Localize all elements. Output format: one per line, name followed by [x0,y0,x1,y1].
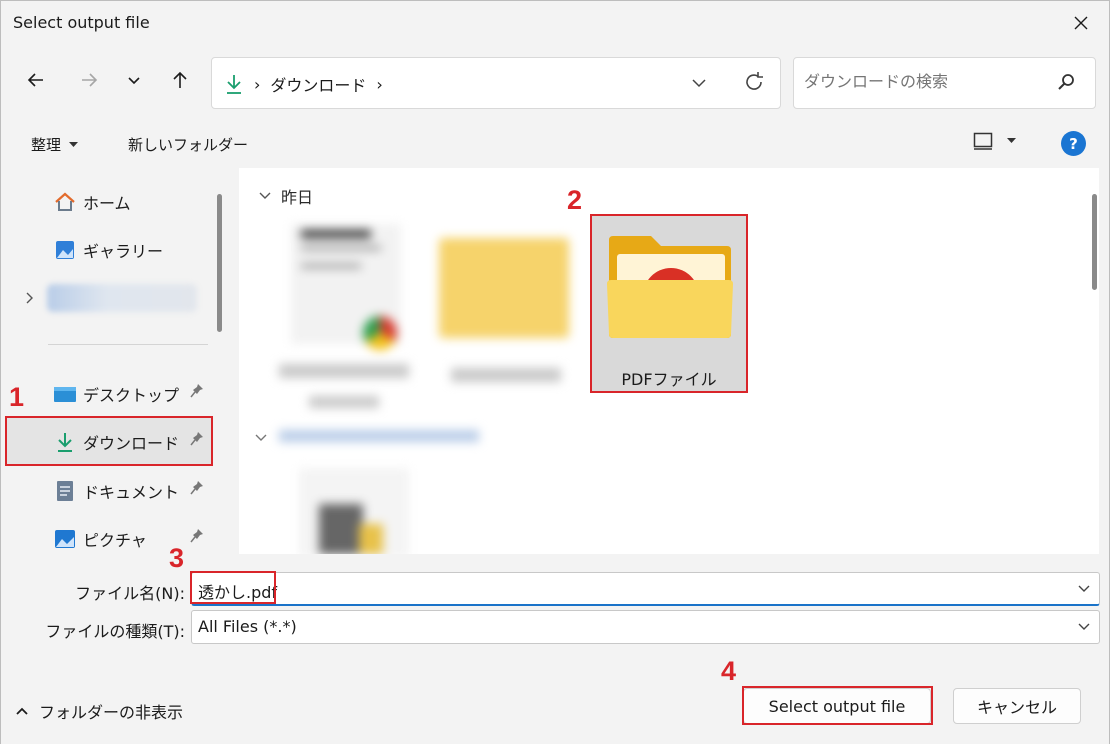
pin-icon[interactable] [190,528,204,544]
nav-label: ピクチャ [83,531,147,550]
highlight-select-button [742,686,933,725]
chevron-up-icon [16,707,28,715]
step-number-3: 3 [169,543,185,573]
close-icon [1074,16,1088,30]
up-button[interactable] [163,63,197,97]
forward-button[interactable] [72,63,106,97]
address-row: › ダウンロード › [1,45,1109,120]
desktop-icon [54,387,76,402]
chevron-down-icon [128,77,140,85]
chevron-down-icon [259,192,271,199]
highlight-downloads [5,416,213,466]
group-label: 昨日 [281,188,314,207]
nav-label: デスクトップ [83,386,180,405]
download-icon [227,75,241,94]
chevron-down-icon [1078,623,1090,630]
highlight-folder [590,214,748,393]
blurred-file-thumbnail[interactable] [291,224,401,350]
search-icon [1058,74,1074,90]
chevron-right-icon[interactable] [25,292,35,304]
search-box[interactable] [793,57,1096,109]
caret-down-icon [1007,138,1016,143]
nav-label: ホーム [83,194,131,213]
organize-menu[interactable]: 整理 [31,134,79,155]
save-form: ファイル名(N): 透かし.pdf ファイルの種類(T): All Files … [1,554,1109,744]
nav-scrollbar[interactable] [217,194,222,332]
view-pane-icon [973,132,993,150]
blurred-group-header[interactable] [279,430,479,442]
step-number-1: 1 [9,382,25,412]
breadcrumb: › ダウンロード › [224,72,383,96]
arrow-up-icon [173,71,187,88]
organize-label: 整理 [31,136,62,154]
breadcrumb-separator: › [254,74,261,94]
pin-icon[interactable] [190,383,204,399]
nav-label: ギャラリー [83,242,164,261]
title-bar: Select output file [1,1,1109,45]
search-input[interactable] [804,72,1044,91]
blurred-file-label [279,364,409,378]
filename-label: ファイル名(N): [75,584,185,603]
file-dialog: Select output file › ダウンロード › ダウンロードの検索 … [0,0,1110,744]
chevron-down-icon[interactable] [1077,583,1091,595]
command-bar: 整理 新しいフォルダー ? [1,120,1109,168]
filetype-label: ファイルの種類(T): [45,622,185,641]
group-header-yesterday[interactable]: 昨日 [259,184,313,208]
filetype-value: All Files (*.*) [198,617,297,636]
step-number-2: 2 [567,185,583,215]
pictures-icon [55,530,75,548]
cancel-button[interactable]: キャンセル [953,688,1081,724]
highlight-filename [190,571,276,604]
nav-item-home[interactable]: ホーム [3,178,211,224]
help-button[interactable]: ? [1061,131,1086,156]
blurred-file-thumbnail[interactable] [299,468,409,554]
nav-item-documents[interactable]: ドキュメント [3,467,211,513]
caret-down-icon [69,141,79,147]
new-folder-label: 新しいフォルダー [128,136,249,154]
blurred-file-label [309,396,379,408]
nav-item-desktop[interactable]: デスクトップ [3,370,211,416]
filename-input[interactable]: 透かし.pdf [191,572,1100,606]
back-button[interactable] [19,63,53,97]
arrow-right-icon [82,73,98,87]
hide-folders-label: フォルダーの非表示 [39,703,184,722]
blurred-folder-thumbnail[interactable] [439,238,569,338]
nav-divider [48,344,208,345]
new-folder-button[interactable]: 新しいフォルダー [128,134,248,155]
home-icon [55,192,75,211]
question-icon: ? [1069,134,1078,153]
arrow-left-icon [27,73,43,87]
view-options-button[interactable] [973,132,1016,150]
address-bar[interactable]: › ダウンロード › [211,57,781,109]
blurred-file-label [451,368,561,382]
close-button[interactable] [1053,1,1109,45]
files-scrollbar[interactable] [1092,194,1097,290]
window-title: Select output file [13,13,150,32]
document-icon [57,481,73,501]
refresh-icon[interactable] [742,70,766,94]
step-number-4: 4 [721,656,737,686]
recent-locations-button[interactable] [117,63,151,97]
pin-icon[interactable] [190,480,204,496]
blurred-nav-item[interactable] [47,284,197,312]
breadcrumb-item-downloads[interactable]: ダウンロード [270,72,366,96]
chevron-down-icon[interactable] [688,72,710,94]
filetype-select[interactable]: All Files (*.*) [191,610,1100,644]
chevron-down-icon[interactable] [255,433,267,443]
breadcrumb-separator: › [376,74,383,94]
hide-folders-toggle[interactable]: フォルダーの非表示 [15,699,183,723]
gallery-icon [56,241,74,259]
nav-label: ドキュメント [83,483,180,502]
nav-item-gallery[interactable]: ギャラリー [3,226,211,272]
